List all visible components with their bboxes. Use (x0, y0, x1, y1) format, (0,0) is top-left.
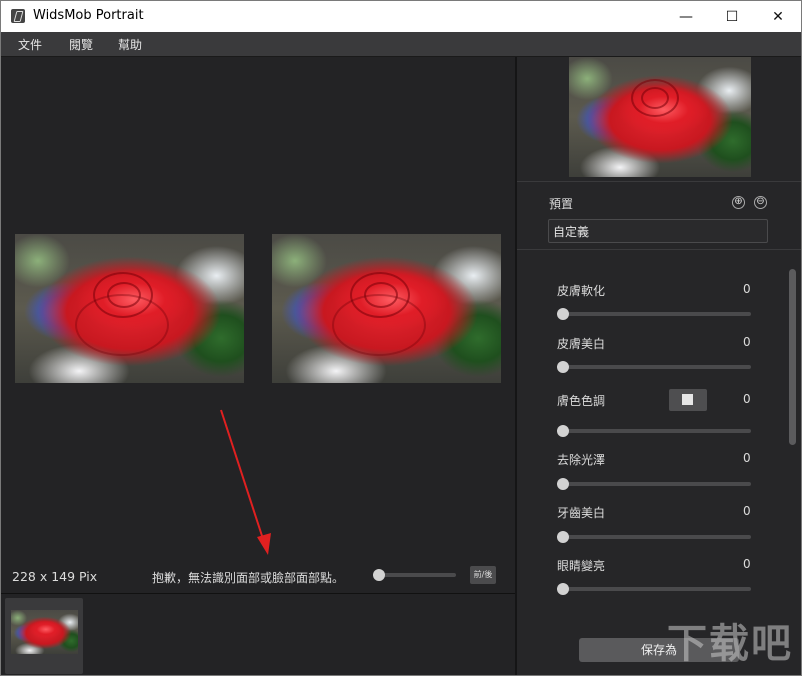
watermark: 下载吧 (667, 621, 793, 667)
adjustment-value: 0 (743, 451, 751, 465)
minimize-icon: — (679, 8, 693, 25)
panel-scrollbar[interactable] (789, 269, 796, 445)
minimize-button[interactable]: — (663, 1, 709, 32)
adjustment-slider-knob[interactable] (557, 583, 569, 595)
after-image (272, 234, 501, 383)
adjustment-slider[interactable] (559, 587, 751, 591)
thumbnail-strip (1, 593, 515, 675)
adjustment-slider-knob[interactable] (557, 361, 569, 373)
color-swatch-icon (682, 394, 693, 405)
zoom-slider-knob[interactable] (373, 569, 385, 581)
adjustment-label: 膚色色調 (557, 394, 606, 408)
adjustment-value: 0 (743, 335, 751, 349)
adjustment-slider[interactable] (559, 482, 751, 486)
adjustment-slider-knob[interactable] (557, 531, 569, 543)
menu-bar: 文件 閱覽 幫助 (1, 32, 801, 57)
close-button[interactable]: ✕ (755, 1, 801, 32)
adjustment-slider[interactable] (559, 365, 751, 369)
app-window: WidsMob Portrait — ☐ ✕ 文件 閱覽 幫助 228 x 14… (0, 0, 802, 676)
adjustment-label: 眼睛變亮 (557, 559, 606, 573)
adjustments-panel: 預置 ⊕ ⊖ 自定義 皮膚軟化 0 皮膚美白 0 膚色色調 0 去除光澤 0 牙… (517, 57, 801, 675)
thumbnail-item[interactable] (5, 598, 83, 674)
menu-file[interactable]: 文件 (18, 36, 42, 53)
before-after-button[interactable]: 前/後 (470, 566, 496, 584)
adjustment-label: 去除光澤 (557, 453, 606, 467)
adjustment-slider-knob[interactable] (557, 308, 569, 320)
close-icon: ✕ (772, 8, 784, 25)
adjustment-slider[interactable] (559, 535, 751, 539)
adjustment-slider-knob[interactable] (557, 425, 569, 437)
title-bar: WidsMob Portrait — ☐ ✕ (1, 1, 801, 32)
thumbnail-image (11, 610, 78, 654)
before-image (15, 234, 244, 383)
add-preset-icon[interactable]: ⊕ (732, 196, 745, 209)
section-divider (517, 181, 801, 182)
preview-canvas: 228 x 149 Pix 抱歉，無法識別面部或臉部面部點。 前/後 (1, 57, 515, 593)
adjustment-label: 牙齒美白 (557, 506, 606, 520)
menu-view[interactable]: 閱覽 (69, 36, 93, 53)
adjustment-label: 皮膚美白 (557, 337, 606, 351)
image-dimensions: 228 x 149 Pix (12, 569, 98, 584)
preset-label: 預置 (549, 197, 574, 211)
navigator-preview (569, 57, 751, 177)
annotation-arrow-icon (220, 409, 271, 555)
adjustment-slider[interactable] (559, 312, 751, 316)
adjustment-slider[interactable] (559, 429, 751, 433)
skin-tone-color-button[interactable] (669, 389, 707, 411)
zoom-slider[interactable] (374, 573, 456, 577)
maximize-button[interactable]: ☐ (709, 1, 755, 32)
section-divider (517, 249, 801, 250)
adjustment-value: 0 (743, 504, 751, 518)
maximize-icon: ☐ (725, 8, 739, 25)
app-logo-icon (11, 9, 25, 23)
window-title: WidsMob Portrait (33, 8, 144, 23)
face-detection-message: 抱歉，無法識別面部或臉部面部點。 (152, 571, 345, 585)
remove-preset-icon[interactable]: ⊖ (754, 196, 767, 209)
menu-help[interactable]: 幫助 (118, 36, 142, 53)
adjustment-label: 皮膚軟化 (557, 284, 606, 298)
adjustment-value: 0 (743, 557, 751, 571)
adjustment-value: 0 (743, 392, 751, 406)
adjustment-slider-knob[interactable] (557, 478, 569, 490)
preset-value: 自定義 (553, 225, 590, 239)
adjustment-value: 0 (743, 282, 751, 296)
preset-select[interactable]: 自定義 (548, 219, 768, 243)
